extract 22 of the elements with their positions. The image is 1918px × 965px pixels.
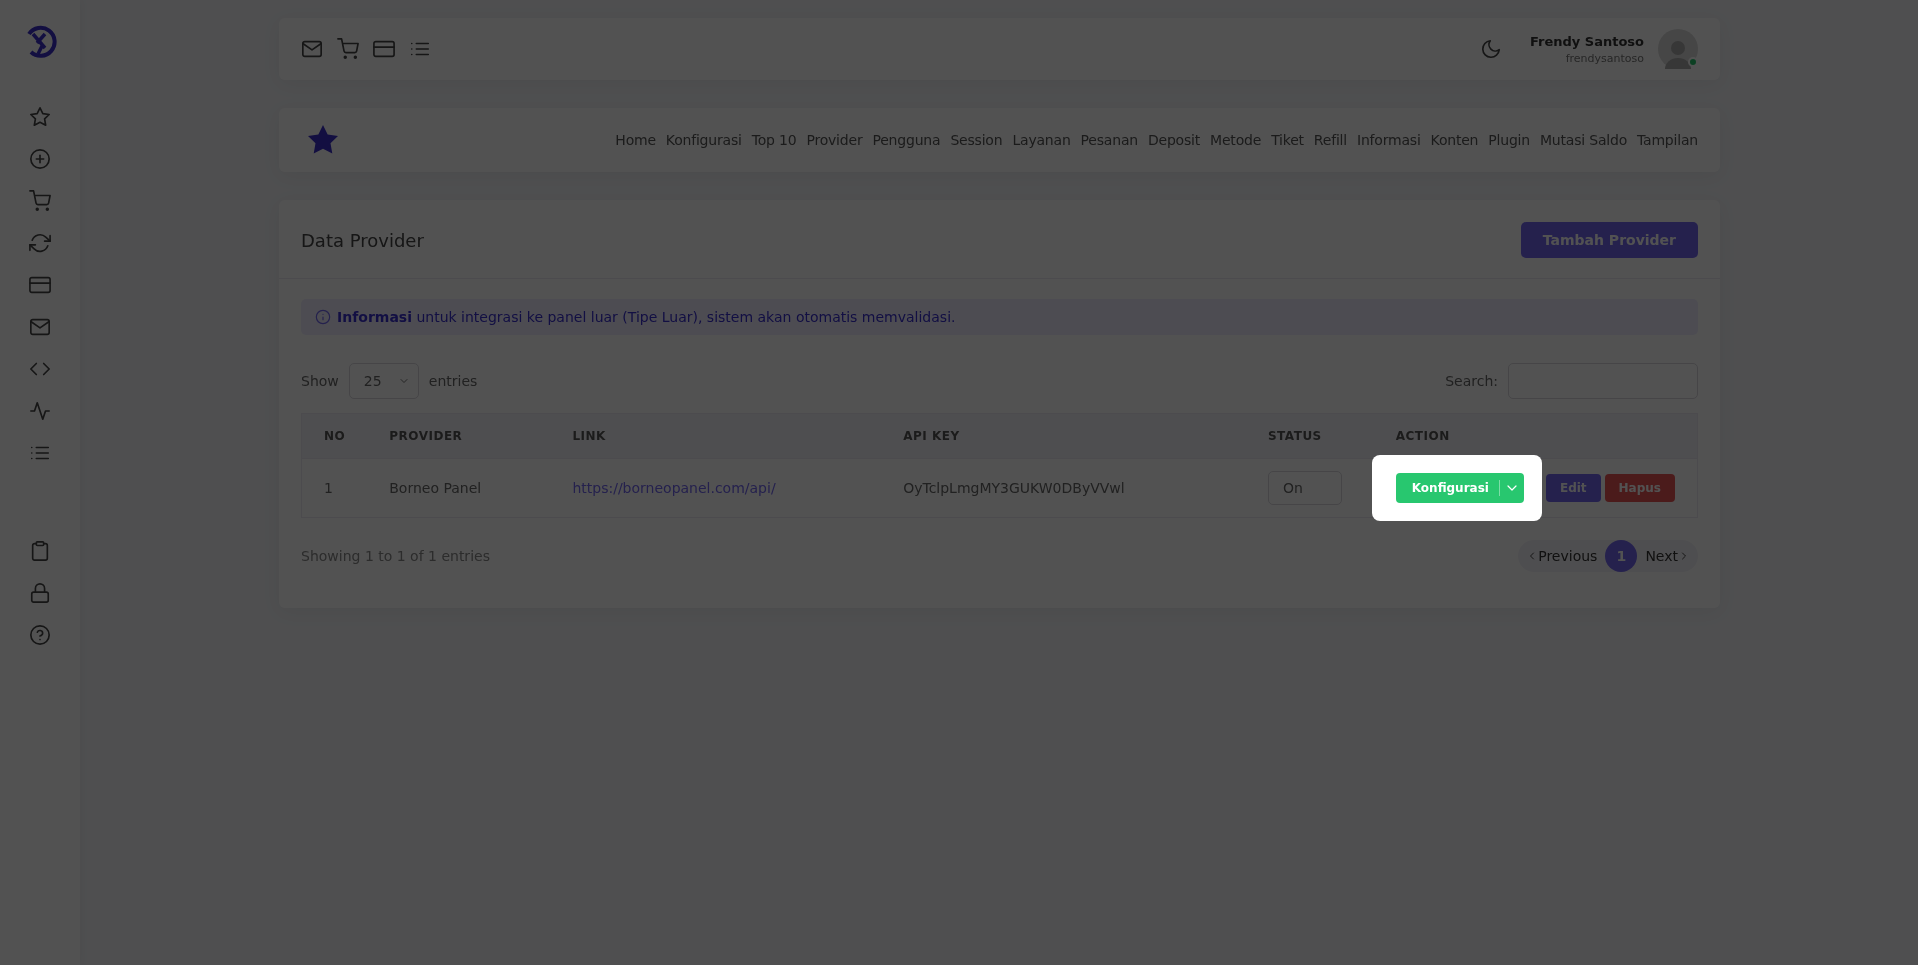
- alert-text: Informasi untuk integrasi ke panel luar (Tipe Luar), sistem akan otomatis memvalidasi.: [337, 309, 956, 325]
- mail-icon[interactable]: [29, 316, 51, 338]
- configure-split-button[interactable]: Konfigurasi: [1395, 473, 1524, 503]
- activity-icon[interactable]: [29, 400, 51, 422]
- next-button[interactable]: Next: [1637, 542, 1698, 570]
- cart-icon[interactable]: [337, 38, 359, 60]
- lock-icon[interactable]: [29, 582, 51, 604]
- info-icon: [315, 309, 331, 325]
- mail-icon[interactable]: [301, 38, 323, 60]
- refresh-icon[interactable]: [29, 232, 51, 254]
- clipboard-icon[interactable]: [29, 540, 51, 562]
- credit-card-icon[interactable]: [29, 274, 51, 296]
- user-name: Frendy Santoso: [1529, 33, 1644, 49]
- plus-circle-icon[interactable]: [29, 148, 51, 170]
- cart-icon[interactable]: [29, 190, 51, 212]
- help-icon[interactable]: [29, 624, 51, 646]
- credit-card-icon[interactable]: [373, 38, 395, 60]
- avatar[interactable]: [1658, 29, 1698, 69]
- moon-icon[interactable]: [1479, 38, 1502, 60]
- star-icon[interactable]: [29, 106, 51, 128]
- previous-button[interactable]: Previous: [1518, 542, 1606, 570]
- card-title: Data Provider: [301, 229, 424, 251]
